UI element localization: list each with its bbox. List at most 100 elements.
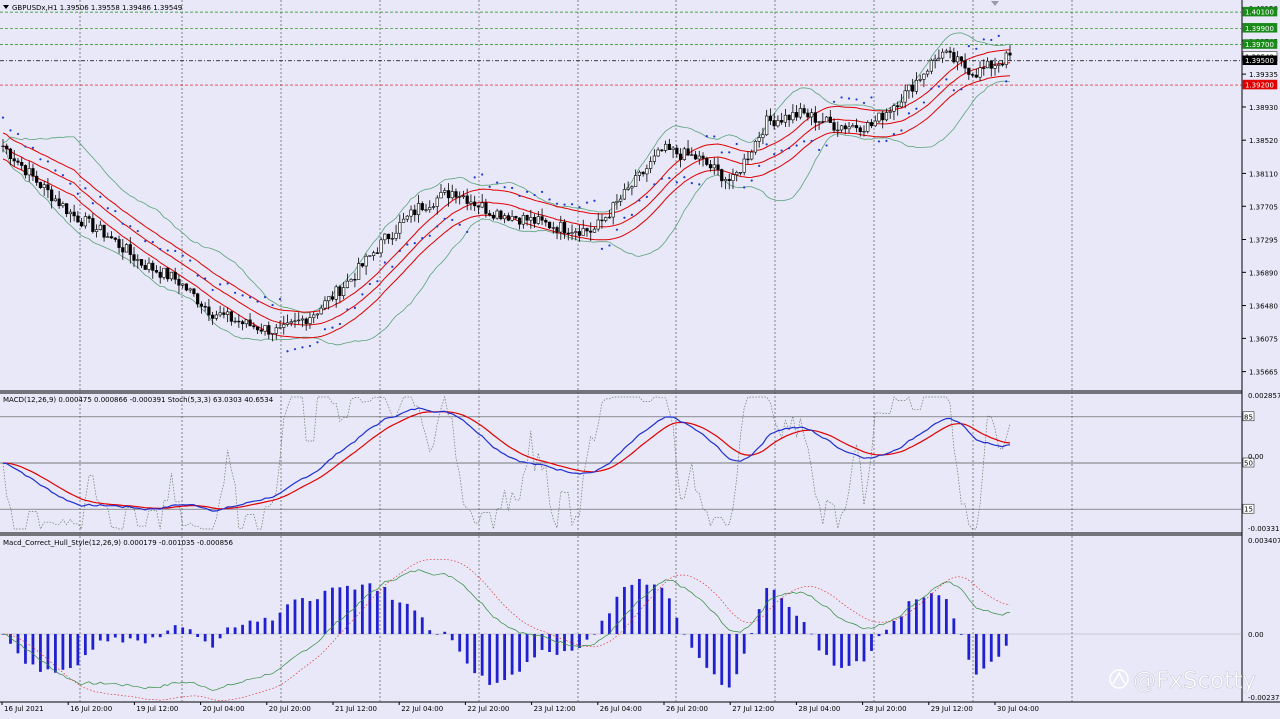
bull-candle — [480, 202, 484, 208]
bull-candle — [334, 286, 338, 300]
bull-candle — [405, 215, 409, 220]
bull-candle — [697, 155, 701, 160]
bull-candle — [937, 57, 941, 60]
hull-histogram-bar — [113, 634, 117, 638]
hull-histogram-bar — [705, 634, 709, 668]
bear-candle — [237, 320, 241, 323]
hull-histogram-bar — [181, 627, 185, 634]
bear-candle — [113, 237, 117, 240]
psar-dot — [1005, 80, 1008, 83]
bear-candle — [353, 279, 357, 281]
bull-candle — [1, 145, 5, 148]
hull-histogram-bar — [810, 633, 813, 635]
bear-candle — [967, 67, 971, 75]
hull-histogram-bar — [360, 584, 364, 634]
psar-dot — [271, 303, 274, 307]
time-tick-label: 28 Jul 04:00 — [798, 705, 840, 713]
psar-dot — [368, 282, 371, 286]
hull-histogram-bar — [143, 634, 147, 644]
psar-dot — [847, 97, 851, 100]
bull-candle — [409, 209, 413, 217]
bull-candle — [690, 154, 694, 156]
psar-dot — [758, 164, 761, 167]
bull-candle — [862, 130, 866, 133]
bear-candle — [525, 215, 529, 221]
bull-candle — [892, 105, 896, 112]
hull-histogram-bar — [39, 634, 42, 672]
psar-dot — [638, 199, 641, 202]
bull-candle — [218, 312, 222, 316]
bear-candle — [16, 160, 20, 163]
psar-dot — [451, 218, 454, 222]
bear-candle — [158, 271, 162, 278]
psar-dot — [241, 294, 244, 297]
bear-candle — [121, 247, 125, 253]
bull-candle — [416, 203, 421, 216]
bull-candle — [536, 216, 540, 224]
bull-candle — [851, 125, 855, 128]
hull-histogram-bar — [91, 634, 95, 650]
bull-candle — [226, 311, 230, 315]
psar-dot — [458, 223, 461, 226]
bull-candle — [933, 58, 937, 61]
psar-dot — [91, 202, 94, 205]
bear-candle — [23, 165, 28, 176]
bull-candle — [783, 114, 787, 123]
bull-candle — [615, 201, 619, 203]
hull-histogram-bar — [450, 634, 454, 641]
stoch-level-label: 15 — [1244, 506, 1253, 514]
bear-candle — [87, 216, 91, 219]
bull-candle — [61, 203, 65, 207]
bear-candle — [252, 325, 256, 328]
psar-dot — [233, 291, 237, 294]
bull-candle — [985, 60, 990, 69]
hull-histogram-bar — [158, 634, 162, 638]
time-tick-label: 23 Jul 12:00 — [534, 705, 576, 713]
bull-candle — [817, 121, 821, 123]
bear-candle — [896, 105, 900, 108]
bull-candle — [581, 228, 585, 236]
hull-histogram-bar — [795, 615, 799, 634]
bear-candle — [80, 221, 84, 227]
bull-candle — [98, 224, 102, 230]
bull-candle — [364, 255, 368, 267]
psar-dot — [960, 88, 963, 91]
bull-candle — [278, 327, 282, 329]
psar-dot — [151, 240, 154, 244]
bear-candle — [154, 270, 159, 273]
bull-candle — [308, 317, 312, 324]
bull-candle — [836, 129, 840, 132]
bear-candle — [701, 155, 705, 159]
psar-dot — [803, 140, 806, 143]
psar-dot — [391, 265, 394, 268]
hull-histogram-bar — [278, 612, 282, 634]
psar-dot — [630, 213, 634, 216]
hull-histogram-bar — [1004, 634, 1008, 646]
bull-candle — [824, 116, 829, 123]
bear-candle — [199, 303, 204, 307]
bull-candle — [847, 126, 851, 130]
bear-candle — [8, 148, 13, 160]
bear-candle — [192, 288, 196, 295]
bull-candle — [357, 263, 361, 280]
watermark-text: @FxScotty — [1133, 668, 1256, 694]
bull-candle — [884, 112, 889, 121]
bear-candle — [858, 127, 862, 133]
hull-histogram-bar — [525, 634, 529, 662]
bull-candle — [941, 51, 945, 59]
hull-histogram-bar — [832, 634, 836, 666]
bull-candle — [327, 296, 331, 302]
psar-dot — [900, 129, 903, 132]
bull-candle — [368, 255, 372, 257]
bull-candle — [431, 206, 436, 208]
psar-dot — [308, 344, 312, 348]
bull-candle — [450, 191, 454, 199]
hull-histogram-bar — [720, 634, 724, 685]
bear-candle — [547, 221, 552, 229]
bear-candle — [911, 84, 915, 92]
price-tick-label: 1.36075 — [1249, 335, 1278, 343]
bull-candle — [439, 192, 443, 199]
psar-dot — [196, 274, 199, 277]
hull-histogram-bar — [608, 613, 611, 634]
hull-histogram-bar — [458, 634, 462, 652]
